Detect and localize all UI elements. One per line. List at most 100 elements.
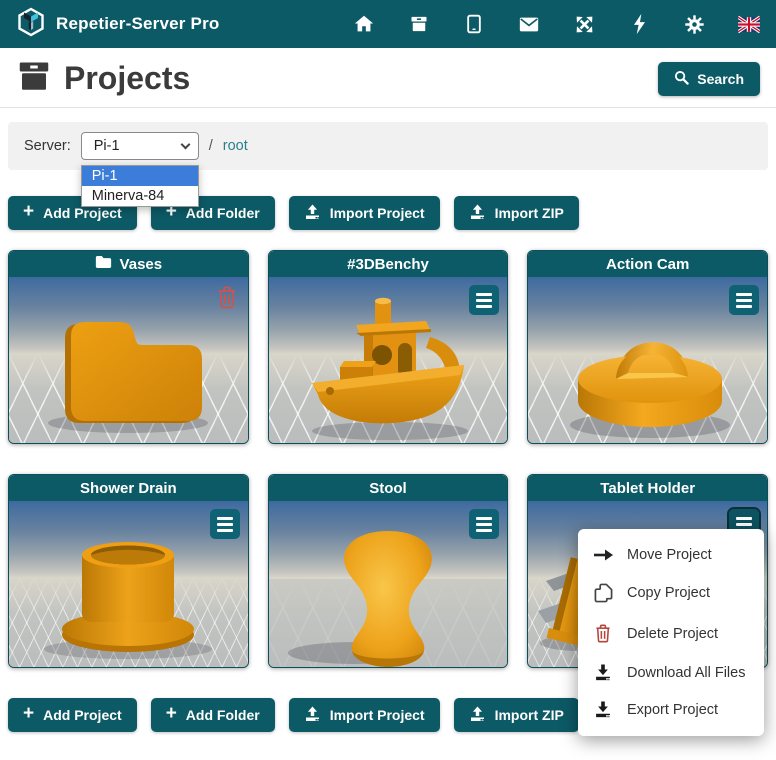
breadcrumb-root-link[interactable]: root (223, 138, 248, 154)
top-navbar: Repetier-Server Pro (0, 0, 776, 48)
upload-icon (304, 204, 321, 223)
project-card-stool[interactable]: Stool (268, 474, 509, 668)
search-icon (674, 70, 689, 88)
project-card-vases[interactable]: Vases (8, 250, 249, 444)
menu-item-download-all-files[interactable]: Download All Files (578, 654, 764, 691)
menu-item-label: Move Project (627, 547, 712, 563)
benchy-model (278, 291, 498, 443)
card-preview[interactable] (269, 277, 508, 443)
plus-icon (166, 709, 177, 721)
menu-item-label: Export Project (627, 702, 718, 718)
trash-icon (592, 623, 614, 644)
stool-model (278, 513, 498, 667)
menu-item-copy-project[interactable]: Copy Project (578, 573, 764, 613)
folder-icon (95, 255, 112, 273)
home-icon[interactable] (353, 13, 375, 35)
download-icon (592, 664, 614, 681)
plus-icon (23, 709, 34, 721)
project-card-action-cam[interactable]: Action Cam (527, 250, 768, 444)
menu-item-label: Copy Project (627, 585, 710, 601)
add-folder-label: Add Folder (186, 205, 260, 221)
menu-item-export-project[interactable]: Export Project (578, 691, 764, 728)
card-title: Shower Drain (80, 480, 177, 497)
page-header: Projects Search (0, 48, 776, 108)
download-icon (592, 701, 614, 718)
card-title: Action Cam (606, 256, 689, 273)
import-zip-label: Import ZIP (495, 707, 564, 723)
card-preview[interactable] (9, 501, 248, 667)
card-title: Vases (120, 256, 163, 273)
card-header: Vases (9, 251, 248, 277)
search-button-label: Search (697, 71, 744, 87)
project-card-shower-drain[interactable]: Shower Drain (8, 474, 249, 668)
expand-icon[interactable] (573, 13, 595, 35)
add-project-button[interactable]: Add Project (8, 698, 137, 732)
language-flag-icon[interactable] (738, 13, 760, 35)
project-context-menu: Move Project Copy Project Delete Project… (578, 529, 764, 736)
upload-icon (304, 706, 321, 725)
add-folder-label: Add Folder (186, 707, 260, 723)
page-title: Projects (64, 60, 190, 97)
search-button[interactable]: Search (658, 62, 760, 96)
card-header: Stool (269, 475, 508, 501)
copy-icon (592, 583, 614, 603)
plus-icon (166, 207, 177, 219)
card-menu-button[interactable] (210, 509, 240, 539)
upload-icon (469, 204, 486, 223)
card-header: #3DBenchy (269, 251, 508, 277)
touchscreen-icon[interactable] (463, 13, 485, 35)
card-title: #3DBenchy (347, 256, 429, 273)
app-logo-icon (16, 7, 46, 42)
delete-folder-icon[interactable] (216, 285, 238, 315)
menu-item-label: Download All Files (627, 665, 745, 681)
import-project-label: Import Project (330, 205, 425, 221)
card-header: Action Cam (528, 251, 767, 277)
arrow-right-icon (592, 549, 614, 561)
upload-icon (469, 706, 486, 725)
card-preview[interactable] (269, 501, 508, 667)
bolt-icon[interactable] (628, 13, 650, 35)
server-bar: Server: Pi-1 Pi-1 Minerva-84 / root (8, 122, 768, 170)
import-zip-button[interactable]: Import ZIP (454, 196, 579, 230)
add-project-label: Add Project (43, 707, 122, 723)
server-select[interactable]: Pi-1 (81, 132, 199, 160)
project-card-3dbenchy[interactable]: #3DBenchy (268, 250, 509, 444)
projects-page-icon (16, 58, 52, 99)
brand-link[interactable]: Repetier-Server Pro (16, 7, 219, 42)
action-cam-model (538, 291, 758, 443)
card-menu-button[interactable] (729, 285, 759, 315)
settings-icon[interactable] (683, 13, 705, 35)
plus-icon (23, 207, 34, 219)
import-project-button[interactable]: Import Project (289, 196, 440, 230)
folder-model (23, 292, 233, 442)
card-header: Shower Drain (9, 475, 248, 501)
server-option-pi1[interactable]: Pi-1 (82, 166, 198, 186)
menu-item-delete-project[interactable]: Delete Project (578, 613, 764, 654)
import-zip-button[interactable]: Import ZIP (454, 698, 579, 732)
breadcrumb-separator: / (209, 138, 213, 154)
chevron-down-icon (180, 140, 190, 150)
server-select-value: Pi-1 (94, 138, 120, 154)
server-label: Server: (24, 138, 71, 154)
import-zip-label: Import ZIP (495, 205, 564, 221)
import-project-button[interactable]: Import Project (289, 698, 440, 732)
card-menu-button[interactable] (469, 285, 499, 315)
shower-drain-model (18, 515, 238, 667)
menu-item-label: Delete Project (627, 626, 718, 642)
card-title: Stool (369, 480, 407, 497)
card-title: Tablet Holder (600, 480, 695, 497)
add-folder-button[interactable]: Add Folder (151, 698, 275, 732)
messages-icon[interactable] (518, 13, 540, 35)
navbar-icons (353, 13, 760, 35)
server-select-dropdown: Pi-1 Minerva-84 (81, 165, 199, 207)
server-option-minerva84[interactable]: Minerva-84 (82, 186, 198, 206)
brand-title: Repetier-Server Pro (56, 14, 219, 34)
import-project-label: Import Project (330, 707, 425, 723)
card-header: Tablet Holder (528, 475, 767, 501)
card-menu-button[interactable] (469, 509, 499, 539)
add-project-label: Add Project (43, 205, 122, 221)
card-preview[interactable] (528, 277, 767, 443)
projects-icon[interactable] (408, 13, 430, 35)
menu-item-move-project[interactable]: Move Project (578, 537, 764, 573)
card-preview[interactable] (9, 277, 248, 443)
